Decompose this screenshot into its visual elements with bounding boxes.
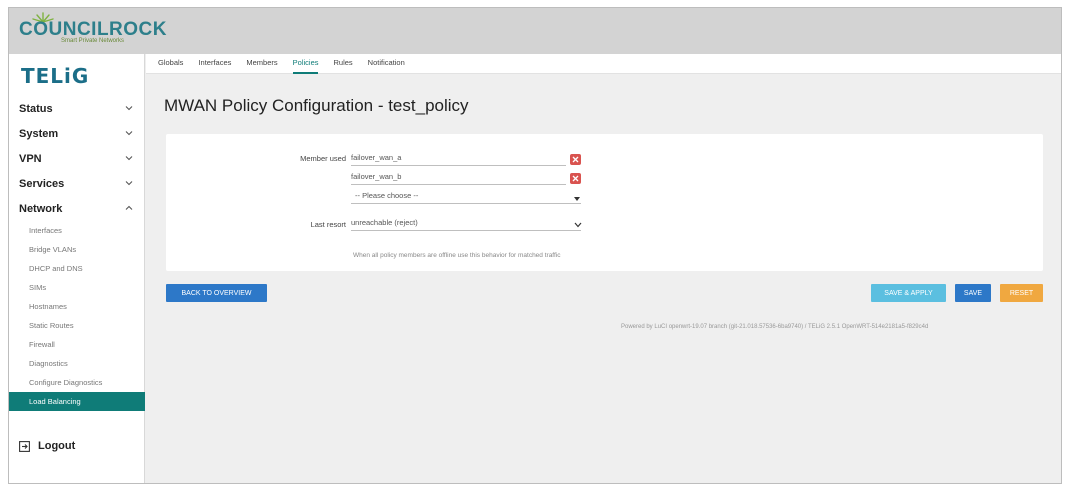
sidebar-subitem-firewall[interactable]: Firewall: [9, 335, 145, 354]
sidebar-subitem-diagnostics[interactable]: Diagnostics: [9, 354, 145, 373]
save-apply-button[interactable]: SAVE & APPLY: [871, 284, 946, 302]
sidebar-item-label: Network: [19, 202, 63, 215]
chevron-down-icon: [125, 181, 133, 186]
sidebar-item-system[interactable]: System: [9, 121, 145, 146]
member-field-2[interactable]: failover_wan_b: [351, 171, 566, 185]
logout-icon: [19, 440, 30, 452]
sidebar-subitem-bridge-vlans[interactable]: Bridge VLANs: [9, 240, 145, 259]
sidebar-subitem-load-balancing[interactable]: Load Balancing: [9, 392, 145, 411]
chevron-up-icon: [125, 205, 133, 210]
last-resort-label: Last resort: [310, 220, 346, 229]
sidebar: TELiG Status System VPN Services Network: [9, 54, 145, 483]
chevron-down-icon: [125, 156, 133, 161]
sidebar-subitem-configure-diagnostics[interactable]: Configure Diagnostics: [9, 373, 145, 392]
sidebar-item-label: System: [19, 127, 59, 140]
delete-member-1-button[interactable]: [570, 154, 581, 165]
sidebar-subitem-hostnames[interactable]: Hostnames: [9, 297, 145, 316]
reset-button[interactable]: RESET: [1000, 284, 1043, 302]
close-icon: [572, 175, 579, 182]
sidebar-subitem-interfaces[interactable]: Interfaces: [9, 221, 145, 240]
last-resort-help-text: When all policy members are offline use …: [353, 252, 561, 259]
member-field-1[interactable]: failover_wan_a: [351, 152, 566, 166]
brand-bar: COUNCILROCK Smart Private Networks: [9, 8, 1061, 54]
member-used-label: Member used: [300, 154, 346, 163]
logout-label: Logout: [38, 440, 76, 452]
sidebar-item-label: VPN: [19, 152, 42, 165]
member-select[interactable]: -- Please choose --: [351, 190, 581, 204]
browser-frame: COUNCILROCK Smart Private Networks TELiG…: [8, 7, 1062, 484]
dropdown-caret-icon: [574, 197, 580, 201]
sidebar-menu: Status System VPN Services Network Inter…: [9, 96, 145, 411]
tab-policies[interactable]: Policies: [292, 54, 319, 74]
last-resort-select[interactable]: unreachable (reject): [351, 217, 581, 231]
tab-notification[interactable]: Notification: [368, 54, 405, 74]
tab-rules[interactable]: Rules: [333, 54, 352, 74]
chevron-down-icon: [574, 222, 582, 228]
sidebar-item-vpn[interactable]: VPN: [9, 146, 145, 171]
page-title: MWAN Policy Configuration - test_policy: [164, 96, 469, 115]
delete-member-2-button[interactable]: [570, 173, 581, 184]
back-to-overview-button[interactable]: BACK TO OVERVIEW: [166, 284, 267, 302]
chevron-down-icon: [125, 131, 133, 136]
sidebar-item-label: Status: [19, 102, 53, 115]
sidebar-item-network[interactable]: Network: [9, 196, 145, 221]
sidebar-item-status[interactable]: Status: [9, 96, 145, 121]
chevron-down-icon: [125, 106, 133, 111]
tab-bar: Globals Interfaces Members Policies Rule…: [146, 54, 1061, 74]
tab-interfaces[interactable]: Interfaces: [198, 54, 231, 74]
footer-version: Powered by LuCI openwrt-19.07 branch (gi…: [621, 324, 929, 330]
councilrock-tagline: Smart Private Networks: [61, 38, 125, 44]
sidebar-item-label: Services: [19, 177, 65, 190]
logout-link[interactable]: Logout: [19, 440, 75, 452]
tab-globals[interactable]: Globals: [158, 54, 183, 74]
tab-members[interactable]: Members: [246, 54, 277, 74]
sidebar-subitem-static-routes[interactable]: Static Routes: [9, 316, 145, 335]
close-icon: [572, 156, 579, 163]
policy-config-panel: Member used failover_wan_a failover_wan_…: [166, 134, 1043, 271]
sidebar-subitem-sims[interactable]: SIMs: [9, 278, 145, 297]
save-button[interactable]: SAVE: [955, 284, 991, 302]
sidebar-subitem-dhcp-dns[interactable]: DHCP and DNS: [9, 259, 145, 278]
telig-logo: TELiG: [21, 64, 90, 88]
sidebar-item-services[interactable]: Services: [9, 171, 145, 196]
